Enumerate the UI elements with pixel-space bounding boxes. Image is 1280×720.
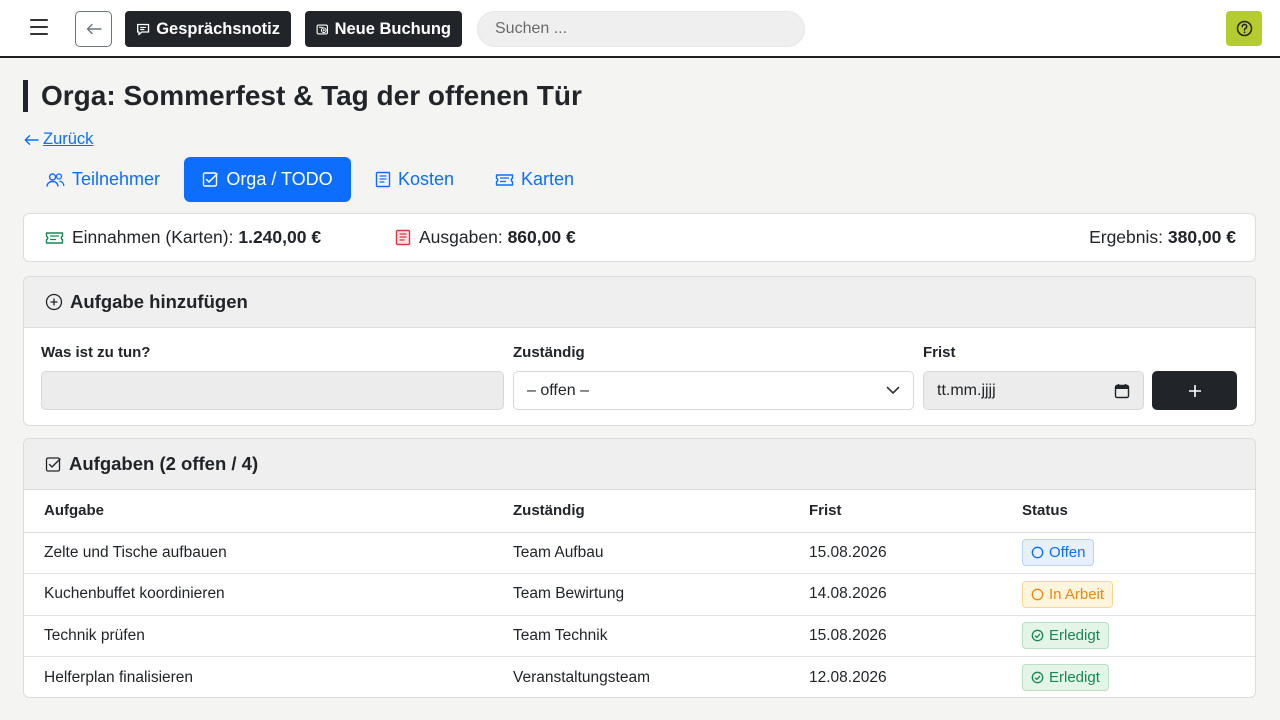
status-cell: Erledigt [1022, 615, 1255, 657]
help-button[interactable] [1226, 11, 1262, 46]
frist-date-input[interactable]: tt.mm.jjjj [923, 371, 1144, 410]
checkbox-icon [203, 172, 219, 187]
due-cell: 15.08.2026 [809, 615, 1022, 657]
tab-orga-todo-label: Orga / TODO [226, 169, 333, 189]
tab-teilnehmer-label: Teilnehmer [72, 169, 161, 189]
due-cell: 15.08.2026 [809, 532, 1022, 574]
neue-buchung-label: Neue Buchung [334, 19, 451, 38]
status-label: Erledigt [1049, 627, 1100, 645]
circle-icon [1031, 588, 1044, 601]
status-badge[interactable]: Erledigt [1022, 664, 1109, 691]
users-icon [46, 172, 65, 187]
column-header-status: Status [1022, 490, 1255, 533]
tab-kosten-label: Kosten [398, 169, 455, 189]
neue-buchung-button[interactable]: Neue Buchung [305, 11, 462, 47]
status-label: In Arbeit [1049, 585, 1105, 603]
ticket-icon [45, 231, 64, 244]
finance-summary: Einnahmen (Karten): 1.240,00 € Ausgaben:… [23, 213, 1256, 262]
add-task-title: Aufgabe hinzufügen [70, 291, 248, 312]
owner-cell: Veranstaltungsteam [513, 668, 651, 686]
checkbox-icon [45, 456, 61, 472]
tab-karten[interactable]: Karten [495, 157, 574, 202]
column-header-frist: Frist [809, 490, 1022, 533]
status-label: Erledigt [1049, 669, 1100, 686]
ausgaben-label: Ausgaben: [419, 227, 503, 247]
question-circle-icon [1236, 20, 1252, 37]
ergebnis-value: 380,00 € [1167, 227, 1236, 247]
zustaendig-field-label: Zuständig [513, 344, 585, 361]
chevron-down-icon [886, 386, 900, 394]
table-row[interactable]: Kuchenbuffet koordinieren Team Bewirtung… [24, 573, 1255, 616]
ticket-plus-icon [316, 24, 329, 34]
task-cell: Helferplan finalisieren [44, 668, 194, 686]
task-cell: Technik prüfen [24, 615, 513, 657]
status-cell: Offen [1022, 532, 1255, 574]
table-row[interactable]: Technik prüfen Team Technik 15.08.2026 E… [24, 615, 1255, 657]
column-header-aufgabe: Aufgabe [24, 490, 513, 533]
calendar-icon[interactable] [1114, 383, 1130, 399]
task-input[interactable] [41, 371, 504, 410]
chat-note-icon [137, 23, 150, 35]
frist-field-label: Frist [923, 344, 956, 361]
tasks-table: Aufgabe Zuständig Frist Status Zelte und… [24, 490, 1255, 698]
ausgaben-summary: Ausgaben: 860,00 € [395, 214, 576, 261]
add-task-card: Aufgabe hinzufügen Was ist zu tun? Zustä… [23, 276, 1256, 426]
einnahmen-value: 1.240,00 € [238, 227, 322, 247]
gespraechsnotiz-label: Gesprächsnotiz [156, 19, 280, 38]
ticket-icon [495, 173, 514, 186]
task-cell: Zelte und Tische aufbauen [24, 532, 513, 574]
back-button[interactable] [75, 11, 112, 47]
status-cell: In Arbeit [1022, 573, 1255, 616]
table-header-row: Aufgabe Zuständig Frist Status [24, 490, 1255, 533]
table-row[interactable]: Helferplan finalisieren Veranstaltungste… [24, 657, 1255, 698]
plus-icon [1188, 384, 1201, 397]
task-cell: Kuchenbuffet koordinieren [24, 573, 513, 616]
check-circle-icon [1031, 671, 1044, 684]
due-cell: 14.08.2026 [809, 573, 1022, 616]
tab-kosten[interactable]: Kosten [375, 157, 454, 202]
add-task-header: Aufgabe hinzufügen [24, 277, 1255, 328]
tab-orga-todo[interactable]: Orga / TODO [184, 157, 351, 202]
ergebnis-label: Ergebnis: [1089, 227, 1163, 247]
zustaendig-select[interactable]: – offen – [513, 371, 914, 410]
search-input[interactable] [477, 11, 805, 47]
zustaendig-selected-value: – offen – [527, 381, 589, 399]
check-circle-icon [1031, 629, 1044, 642]
owner-cell: Team Technik [513, 615, 809, 657]
task-field-label: Was ist zu tun? [41, 344, 151, 361]
add-task-button[interactable] [1152, 371, 1237, 410]
frist-placeholder: tt.mm.jjjj [937, 381, 996, 399]
back-link[interactable]: Zurück [24, 130, 93, 149]
due-cell: 12.08.2026 [809, 668, 887, 686]
table-row[interactable]: Zelte und Tische aufbauen Team Aufbau 15… [24, 532, 1255, 574]
status-cell: Erledigt [1022, 657, 1255, 698]
tasks-header: Aufgaben (2 offen / 4) [24, 439, 1255, 490]
column-header-zustaendig: Zuständig [513, 490, 809, 533]
einnahmen-summary: Einnahmen (Karten): 1.240,00 € [45, 214, 321, 261]
owner-cell: Team Bewirtung [513, 573, 809, 616]
status-badge[interactable]: Offen [1022, 539, 1095, 567]
receipt-icon [375, 171, 391, 188]
top-bar: Gesprächsnotiz Neue Buchung [0, 0, 1280, 58]
owner-cell: Team Aufbau [513, 532, 809, 574]
tasks-title: Aufgaben (2 offen / 4) [69, 453, 259, 474]
tab-karten-label: Karten [521, 169, 575, 189]
tasks-card: Aufgaben (2 offen / 4) Aufgabe Zuständig… [23, 438, 1256, 698]
status-badge[interactable]: Erledigt [1022, 622, 1109, 650]
tab-teilnehmer[interactable]: Teilnehmer [46, 157, 160, 202]
back-link-label: Zurück [43, 130, 94, 148]
ergebnis-summary: Ergebnis: 380,00 € [1089, 214, 1236, 261]
hamburger-menu-icon[interactable] [30, 19, 48, 35]
gespraechsnotiz-button[interactable]: Gesprächsnotiz [125, 11, 291, 47]
circle-icon [1031, 546, 1044, 559]
status-label: Offen [1049, 544, 1086, 562]
arrow-left-icon [24, 134, 39, 145]
status-badge[interactable]: In Arbeit [1022, 580, 1114, 608]
page-title: Orga: Sommerfest & Tag der offenen Tür [23, 80, 582, 112]
ausgaben-value: 860,00 € [507, 227, 576, 247]
einnahmen-label: Einnahmen (Karten): [72, 227, 234, 247]
arrow-left-icon [86, 23, 102, 35]
plus-circle-icon [45, 293, 63, 311]
receipt-icon [395, 229, 411, 246]
